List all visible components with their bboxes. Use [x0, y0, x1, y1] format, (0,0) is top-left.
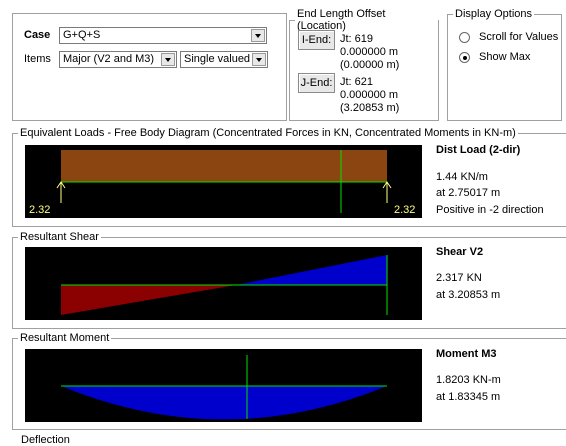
- moment-svg: [61, 355, 387, 420]
- dist-load-value: 1.44 KN/m: [436, 171, 488, 183]
- i-end-location: (0.00000 m): [340, 59, 400, 71]
- shear-title: Shear V2: [436, 246, 484, 258]
- deflection-legend: Deflection: [21, 434, 70, 446]
- resultant-shear-legend: Resultant Shear: [20, 231, 99, 243]
- items-select-value: Major (V2 and M3): [63, 53, 155, 65]
- valued-select-value: Single valued: [184, 53, 251, 65]
- items-select[interactable]: Major (V2 and M3): [59, 51, 177, 68]
- shear-location: at 3.20853 m: [436, 289, 501, 301]
- moment-title: Moment M3: [436, 348, 497, 360]
- show-max-label[interactable]: Show Max: [479, 51, 530, 63]
- moment-curve-fill: [61, 386, 387, 420]
- moment-location: at 1.83345 m: [436, 391, 501, 403]
- end-offset-legend: End Length Offset (Location): [297, 8, 386, 32]
- i-end-button[interactable]: I-End:: [298, 30, 335, 50]
- free-body-diagram: 2.32 2.32: [25, 145, 422, 218]
- display-options-legend: Display Options: [455, 8, 533, 20]
- chevron-down-icon[interactable]: [252, 53, 266, 66]
- case-label: Case: [24, 29, 51, 41]
- j-end-offset: 0.000000 m: [340, 89, 399, 101]
- show-max-radio[interactable]: [459, 52, 470, 63]
- shear-positive-region: [236, 255, 387, 285]
- dist-load-direction: Positive in -2 direction: [436, 204, 544, 216]
- items-label: Items: [24, 53, 51, 65]
- resultant-moment-legend: Resultant Moment: [20, 332, 110, 344]
- case-select-value: G+Q+S: [63, 29, 101, 41]
- shear-svg: [61, 255, 388, 315]
- i-end-offset: 0.000000 m: [340, 46, 399, 58]
- i-end-joint: Jt: 619: [340, 33, 374, 45]
- shear-value: 2.317 KN: [436, 272, 482, 284]
- dist-load-location: at 2.75017 m: [436, 187, 501, 199]
- free-body-svg: [56, 150, 392, 213]
- right-reaction-value: 2.32: [394, 204, 416, 216]
- left-reaction-value: 2.32: [29, 204, 51, 216]
- j-end-joint: Jt: 621: [340, 76, 374, 88]
- shear-negative-region: [61, 285, 236, 315]
- chevron-down-icon[interactable]: [251, 29, 265, 42]
- moment-diagram: [25, 349, 422, 422]
- j-end-button[interactable]: J-End:: [298, 73, 335, 93]
- j-end-location: (3.20853 m): [340, 102, 400, 114]
- distributed-load-bar: [61, 150, 387, 182]
- scroll-values-radio[interactable]: [459, 32, 470, 43]
- valued-select[interactable]: Single valued: [180, 51, 268, 68]
- chevron-down-icon[interactable]: [161, 53, 175, 66]
- moment-value: 1.8203 KN-m: [436, 374, 501, 386]
- scroll-values-label[interactable]: Scroll for Values: [479, 31, 558, 43]
- dist-load-title: Dist Load (2-dir): [436, 144, 521, 156]
- case-select[interactable]: G+Q+S: [59, 27, 267, 44]
- display-options-group: Display Options: [447, 8, 562, 121]
- shear-diagram: [25, 247, 422, 320]
- equivalent-loads-legend: Equivalent Loads - Free Body Diagram (Co…: [20, 127, 516, 139]
